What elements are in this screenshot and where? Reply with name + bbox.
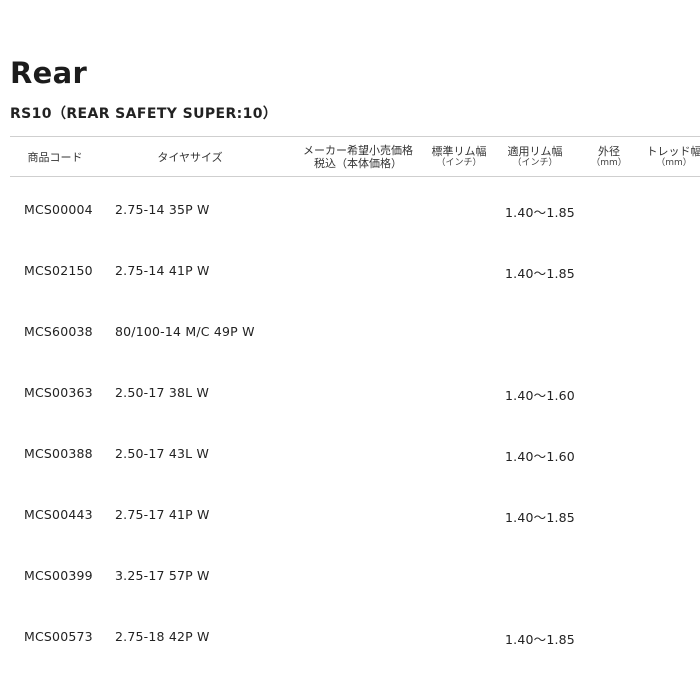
cell-product-code: MCS00443 <box>24 507 93 522</box>
header-tread-width-unit: （mm） <box>656 158 692 168</box>
header-retail-price-sublabel: 税込（本体価格） <box>314 157 402 170</box>
header-outer-diameter: 外径 （mm） <box>584 139 634 175</box>
cell-product-code: MCS00363 <box>24 385 93 400</box>
cell-tire-size: 2.75-14 41P W <box>115 263 210 278</box>
header-applicable-rim-unit: （インチ） <box>512 158 558 168</box>
page: Rear RS10（REAR SAFETY SUPER:10） 商品コード タイ… <box>0 0 700 700</box>
cell-applicable-rim: 1.40〜1.85 <box>505 510 575 525</box>
header-retail-price-label: メーカー希望小売価格 <box>303 144 413 157</box>
cell-tire-size: 3.25-17 57P W <box>115 568 210 583</box>
cell-applicable-rim: 1.40〜1.85 <box>505 205 575 220</box>
cell-product-code: MCS60038 <box>24 324 93 339</box>
header-tread-width: トレッド幅 （mm） <box>642 139 700 175</box>
cell-applicable-rim: 1.40〜1.85 <box>505 632 575 647</box>
cell-applicable-rim: 1.40〜1.60 <box>505 388 575 403</box>
header-applicable-rim-label: 適用リム幅 <box>507 145 563 158</box>
cell-tire-size: 80/100-14 M/C 49P W <box>115 324 255 339</box>
cell-product-code: MCS02150 <box>24 263 93 278</box>
header-outer-diameter-label: 外径 <box>598 145 620 158</box>
header-tread-width-label: トレッド幅 <box>646 145 700 158</box>
cell-tire-size: 2.75-14 35P W <box>115 202 210 217</box>
page-subtitle: RS10（REAR SAFETY SUPER:10） <box>10 106 278 122</box>
cell-tire-size: 2.50-17 43L W <box>115 446 210 461</box>
header-tire-size-label: タイヤサイズ <box>157 150 223 164</box>
header-product-code-label: 商品コード <box>27 150 83 164</box>
table-top-divider <box>10 136 700 137</box>
cell-product-code: MCS00388 <box>24 446 93 461</box>
header-tire-size: タイヤサイズ <box>145 139 235 175</box>
cell-product-code: MCS00399 <box>24 568 93 583</box>
header-applicable-rim: 適用リム幅 （インチ） <box>500 139 570 175</box>
cell-applicable-rim: 1.40〜1.85 <box>505 266 575 281</box>
page-title: Rear <box>10 56 88 90</box>
cell-tire-size: 2.50-17 38L W <box>115 385 210 400</box>
header-standard-rim-unit: （インチ） <box>436 158 482 168</box>
header-standard-rim-label: 標準リム幅 <box>431 145 487 158</box>
header-standard-rim: 標準リム幅 （インチ） <box>424 139 494 175</box>
header-outer-diameter-unit: （mm） <box>591 158 627 168</box>
cell-product-code: MCS00004 <box>24 202 93 217</box>
cell-applicable-rim: 1.40〜1.60 <box>505 449 575 464</box>
header-product-code: 商品コード <box>14 139 96 175</box>
header-retail-price: メーカー希望小売価格 税込（本体価格） <box>296 139 420 175</box>
cell-tire-size: 2.75-17 41P W <box>115 507 210 522</box>
table-header-divider <box>10 176 700 177</box>
cell-product-code: MCS00573 <box>24 629 93 644</box>
cell-tire-size: 2.75-18 42P W <box>115 629 210 644</box>
